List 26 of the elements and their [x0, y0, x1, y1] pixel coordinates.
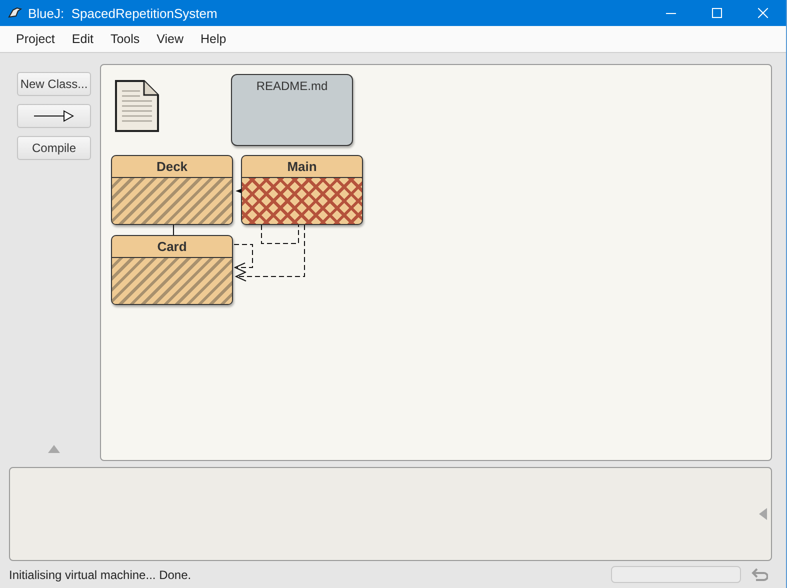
arrow-icon — [34, 110, 74, 122]
class-name: Card — [157, 239, 187, 254]
menu-item[interactable]: Project — [8, 32, 63, 46]
toolbar-button[interactable]: Compile — [17, 136, 91, 160]
return-arrow-icon[interactable] — [751, 567, 768, 582]
status-message: Initialising virtual machine... Done. — [9, 568, 192, 582]
window-title: BlueJ: SpacedRepetitionSystem — [28, 6, 218, 20]
class-box[interactable]: Card — [111, 235, 233, 305]
readme-note[interactable]: README.md — [231, 74, 353, 146]
readme-label: README.md — [256, 79, 328, 95]
menu-item[interactable]: Help — [192, 32, 234, 46]
expand-up-icon[interactable] — [48, 445, 60, 453]
toolbar-button[interactable]: New Class... — [17, 72, 91, 96]
expand-left-icon[interactable] — [759, 508, 767, 520]
menu-item[interactable]: Tools — [102, 32, 148, 46]
menu-item[interactable]: View — [148, 32, 192, 46]
maximize-icon — [712, 8, 722, 18]
menu-item[interactable]: Edit — [64, 32, 102, 46]
class-box[interactable]: Deck — [111, 155, 233, 225]
close-icon — [758, 8, 768, 18]
class-name: Deck — [156, 159, 188, 174]
class-name: Main — [287, 159, 317, 174]
bird-icon — [8, 7, 22, 19]
new-inheritance-button[interactable] — [17, 104, 91, 128]
document-icon — [114, 79, 160, 133]
class-box[interactable]: Main — [241, 155, 363, 225]
